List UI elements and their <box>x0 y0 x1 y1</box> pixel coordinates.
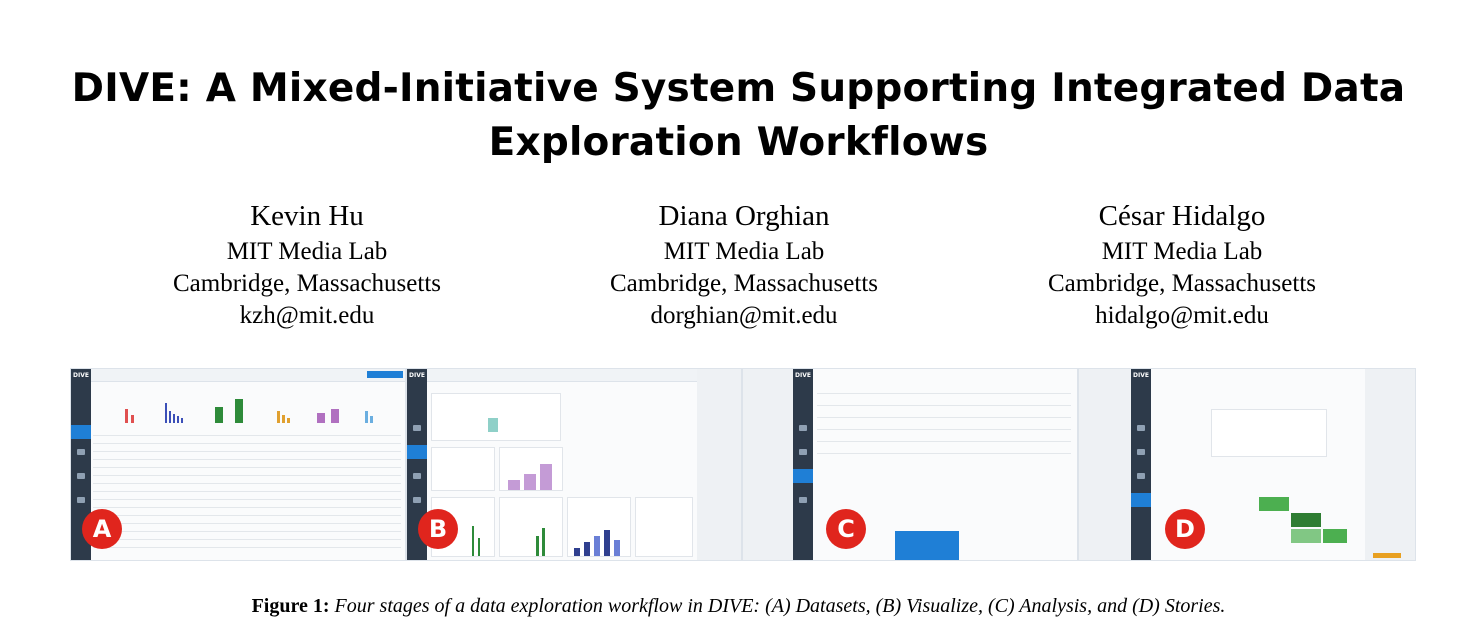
upload-button-shape <box>367 371 403 378</box>
author-name: Diana Orghian <box>658 200 830 232</box>
nav-analysis-icon <box>413 473 421 479</box>
panel-badge-a: A <box>82 509 122 549</box>
nav-visualize-active <box>407 445 427 459</box>
author-name: César Hidalgo <box>1098 200 1266 232</box>
viz-card <box>431 447 495 491</box>
app-logo: DIVE <box>1133 372 1149 379</box>
author-affiliation: MIT Media Lab <box>226 238 388 265</box>
side-navigation: DIVE <box>793 369 813 560</box>
panel-analysis: DIVE C <box>742 368 1078 561</box>
right-sidebar <box>1365 369 1415 560</box>
author-email: hidalgo@mit.edu <box>1095 302 1269 329</box>
side-navigation: DIVE <box>1131 369 1151 560</box>
panel-badge-d: D <box>1165 509 1205 549</box>
panel-visualize: DIVE B <box>406 368 742 561</box>
caption-text: Four stages of a data exploration workfl… <box>334 595 1226 617</box>
nav-stories-icon <box>413 497 421 503</box>
author-block-2: Diana Orghian MIT Media Lab Cambridge, M… <box>524 196 964 332</box>
nav-stories-active <box>1131 493 1151 507</box>
top-bar <box>427 369 741 382</box>
nav-datasets-icon <box>799 425 807 431</box>
left-config-panel <box>1079 369 1131 560</box>
heatmap-cell <box>1259 497 1289 511</box>
nav-analysis-icon <box>77 473 85 479</box>
paper-title-line-1: DIVE: A Mixed-Initiative System Supporti… <box>71 66 1406 111</box>
paper-title-line-2: Exploration Workflows <box>488 120 989 165</box>
app-logo: DIVE <box>409 372 425 379</box>
viz-card <box>567 497 631 557</box>
author-block-1: Kevin Hu MIT Media Lab Cambridge, Massac… <box>87 196 527 332</box>
author-email: kzh@mit.edu <box>239 302 375 329</box>
nav-datasets-icon <box>1137 425 1145 431</box>
app-logo: DIVE <box>73 372 89 379</box>
nav-analysis-active <box>793 469 813 483</box>
caption-label: Figure 1: <box>251 595 330 617</box>
panel-datasets: DIVE A <box>70 368 406 561</box>
right-sidebar <box>697 369 741 560</box>
author-location: Cambridge, Massachusetts <box>1047 270 1316 297</box>
viz-card <box>499 447 563 491</box>
teaser-figure: DIVE A DIVE B DIVE C DIVE D <box>70 368 1416 561</box>
author-affiliation: MIT Media Lab <box>1101 238 1263 265</box>
nav-datasets-icon <box>413 425 421 431</box>
nav-visualize-icon <box>77 449 85 455</box>
author-block-3: César Hidalgo MIT Media Lab Cambridge, M… <box>962 196 1402 332</box>
viz-card <box>635 497 693 557</box>
story-table <box>1211 409 1327 457</box>
nav-stories-icon <box>799 497 807 503</box>
nav-visualize-icon <box>799 449 807 455</box>
panel-badge-b: B <box>418 509 458 549</box>
column-histograms <box>95 395 401 423</box>
accent-chip <box>1373 553 1401 558</box>
app-logo: DIVE <box>795 372 811 379</box>
viz-card <box>499 497 563 557</box>
paper-title: DIVE: A Mixed-Initiative System Supporti… <box>0 62 1477 170</box>
left-config-panel <box>743 369 793 560</box>
author-location: Cambridge, Massachusetts <box>609 270 878 297</box>
result-bar <box>895 531 959 560</box>
author-email: dorghian@mit.edu <box>650 302 838 329</box>
viz-card <box>431 393 561 441</box>
author-affiliation: MIT Media Lab <box>663 238 825 265</box>
author-location: Cambridge, Massachusetts <box>172 270 441 297</box>
heatmap-cell <box>1291 513 1321 527</box>
figure-caption: Figure 1: Four stages of a data explorat… <box>0 593 1477 619</box>
top-bar <box>91 369 405 382</box>
nav-datasets-active <box>71 425 91 439</box>
nav-stories-icon <box>77 497 85 503</box>
author-name: Kevin Hu <box>250 200 364 232</box>
heatmap-cell <box>1291 529 1321 543</box>
nav-analysis-icon <box>1137 473 1145 479</box>
heatmap-cell <box>1323 529 1347 543</box>
nav-visualize-icon <box>1137 449 1145 455</box>
panel-badge-c: C <box>826 509 866 549</box>
panel-stories: DIVE D <box>1078 368 1416 561</box>
